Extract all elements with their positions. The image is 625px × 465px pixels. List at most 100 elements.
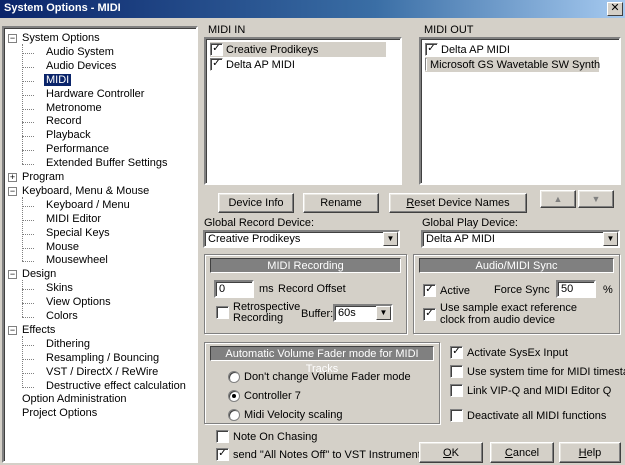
- tree-connector: [22, 150, 34, 152]
- tree-item-colors[interactable]: Colors: [44, 310, 80, 323]
- fader-mode-option[interactable]: Midi Velocity scaling: [228, 409, 342, 421]
- tree-connector: [22, 358, 34, 360]
- fader-mode-option[interactable]: Controller 7: [228, 390, 301, 402]
- record-offset-input[interactable]: 0: [214, 280, 254, 298]
- global-record-select[interactable]: Creative Prodikeys ▼: [203, 230, 400, 248]
- retrospective-checkbox[interactable]: [216, 306, 229, 319]
- midi-in-device-item[interactable]: ✓ Delta AP MIDI: [210, 57, 301, 72]
- sync-active-toggle[interactable]: ✓ Active: [423, 284, 470, 297]
- note-on-chasing-option[interactable]: Note On Chasing: [216, 430, 317, 443]
- tree-item-dithering[interactable]: Dithering: [44, 338, 92, 351]
- device-checkbox[interactable]: ✓: [210, 43, 223, 56]
- tree-item-design[interactable]: Design: [20, 268, 58, 281]
- collapse-icon[interactable]: −: [8, 325, 17, 335]
- tree-item-mouse[interactable]: Mouse: [44, 241, 81, 254]
- radio-button[interactable]: [228, 371, 240, 383]
- tree-connector: [22, 80, 34, 82]
- option-checkbox[interactable]: ✓: [216, 448, 229, 461]
- tree-item-playback[interactable]: Playback: [44, 129, 93, 142]
- tree-item-label: Project Options: [22, 407, 98, 420]
- midi-in-list[interactable]: ✓ Creative Prodikeys ✓ Delta AP MIDI: [204, 37, 402, 185]
- dropdown-arrow-icon[interactable]: ▼: [603, 232, 618, 246]
- option-link-vip-q-and-midi-editor-q[interactable]: Link VIP-Q and MIDI Editor Q: [450, 384, 611, 397]
- option-label: Note On Chasing: [233, 430, 318, 443]
- tree-item-resampling-bouncing[interactable]: Resampling / Bouncing: [44, 352, 161, 365]
- device-checkbox[interactable]: [425, 58, 427, 71]
- option-use-system-time-for-midi-timestamps[interactable]: Use system time for MIDI timestamps: [450, 365, 625, 378]
- rename-button[interactable]: Rename: [303, 193, 379, 213]
- fader-mode-option-label: Controller 7: [244, 390, 301, 402]
- tree-item-system-options[interactable]: System Options: [20, 32, 102, 45]
- radio-button[interactable]: [228, 409, 240, 421]
- fader-mode-title: Automatic Volume Fader mode for MIDI Tra…: [210, 346, 434, 375]
- option-checkbox[interactable]: ✓: [450, 346, 463, 359]
- retrospective-recording-toggle[interactable]: [216, 306, 229, 319]
- option-checkbox[interactable]: [216, 430, 229, 443]
- tree-item-special-keys[interactable]: Special Keys: [44, 227, 112, 240]
- global-play-select[interactable]: Delta AP MIDI ▼: [421, 230, 620, 248]
- device-checkbox[interactable]: ✓: [210, 58, 223, 71]
- tree-item-keyboard-menu[interactable]: Keyboard / Menu: [44, 199, 132, 212]
- tree-item-label: Metronome: [46, 101, 102, 114]
- buffer-select[interactable]: 60s ▼: [333, 304, 393, 322]
- midi-out-device-item[interactable]: ✓ Delta AP MIDI: [425, 42, 516, 57]
- tree-item-effects[interactable]: Effects: [20, 324, 57, 337]
- option-checkbox[interactable]: [450, 384, 463, 397]
- sync-active-checkbox[interactable]: ✓: [423, 284, 436, 297]
- move-down-button[interactable]: ▼: [578, 190, 614, 208]
- device-info-button[interactable]: Device Info: [218, 193, 294, 213]
- global-record-label: Global Record Device:: [204, 217, 315, 229]
- tree-item-skins[interactable]: Skins: [44, 282, 75, 295]
- tree-item-option-administration[interactable]: Option Administration: [20, 393, 129, 406]
- tree-item-keyboard-menu-mouse[interactable]: Keyboard, Menu & Mouse: [20, 185, 151, 198]
- cancel-button[interactable]: Cancel: [490, 442, 554, 463]
- radio-button[interactable]: [228, 390, 240, 402]
- move-up-button[interactable]: ▲: [540, 190, 576, 208]
- tree-item-metronome[interactable]: Metronome: [44, 102, 104, 115]
- device-checkbox[interactable]: ✓: [425, 43, 438, 56]
- collapse-icon[interactable]: −: [8, 186, 17, 196]
- close-button[interactable]: ✕: [607, 2, 623, 16]
- sample-exact-checkbox[interactable]: ✓: [423, 308, 436, 321]
- tree-item-program[interactable]: Program: [20, 171, 66, 184]
- tree-item-audio-system[interactable]: Audio System: [44, 46, 116, 59]
- ok-button[interactable]: OK: [419, 442, 483, 463]
- help-button[interactable]: Help: [559, 442, 621, 463]
- tree-item-midi[interactable]: MIDI: [44, 73, 72, 87]
- tree-item-vst-directx-rewire[interactable]: VST / DirectX / ReWire: [44, 366, 160, 379]
- tree-item-hardware-controller[interactable]: Hardware Controller: [44, 88, 146, 101]
- chevron-up-icon: ▲: [553, 194, 563, 204]
- option-checkbox[interactable]: [450, 409, 463, 422]
- tree-item-label: Destructive effect calculation: [46, 379, 186, 392]
- tree-item-midi-editor[interactable]: MIDI Editor: [44, 213, 103, 226]
- option-deactivate-all-midi-functions[interactable]: Deactivate all MIDI functions: [450, 409, 606, 422]
- tree-item-mousewheel[interactable]: Mousewheel: [44, 254, 110, 267]
- tree-item-label: MIDI Editor: [46, 212, 102, 225]
- dropdown-arrow-icon[interactable]: ▼: [376, 306, 391, 320]
- send-all-notes-off-option[interactable]: ✓ send "All Notes Off" to VST Instruments: [216, 448, 426, 461]
- tree-item-project-options[interactable]: Project Options: [20, 407, 99, 420]
- midi-in-device-item[interactable]: ✓ Creative Prodikeys: [210, 42, 386, 57]
- midi-out-list[interactable]: ✓ Delta AP MIDI Microsoft GS Wavetable SW …: [419, 37, 621, 185]
- tree-item-audio-devices[interactable]: Audio Devices: [44, 60, 118, 73]
- option-checkbox[interactable]: [450, 365, 463, 378]
- tree-item-destructive-effect-calculation[interactable]: Destructive effect calculation: [44, 380, 188, 393]
- tree-item-view-options[interactable]: View Options: [44, 296, 113, 309]
- tree-connector: [22, 289, 34, 291]
- options-tree[interactable]: System Options − Audio System Audio Devices…: [2, 26, 198, 463]
- tree-item-performance[interactable]: Performance: [44, 143, 111, 156]
- tree-item-label: Mousewheel: [46, 254, 108, 267]
- collapse-icon[interactable]: −: [8, 270, 17, 280]
- ok-label: K: [451, 446, 459, 459]
- expand-icon[interactable]: +: [8, 173, 17, 182]
- tree-item-extended-buffer-settings[interactable]: Extended Buffer Settings: [44, 157, 170, 170]
- sample-exact-toggle[interactable]: ✓: [423, 308, 436, 321]
- fader-mode-option[interactable]: Don't change Volume Fader mode: [228, 371, 411, 383]
- reset-device-names-button[interactable]: Reset Device Names: [389, 193, 527, 213]
- dropdown-arrow-icon[interactable]: ▼: [383, 232, 398, 246]
- option-activate-sysex-input[interactable]: ✓ Activate SysEx Input: [450, 346, 568, 359]
- force-sync-input[interactable]: 50: [556, 280, 596, 298]
- midi-out-device-item[interactable]: Microsoft GS Wavetable SW Synth: [425, 57, 600, 72]
- tree-item-record[interactable]: Record: [44, 115, 83, 128]
- collapse-icon[interactable]: −: [8, 34, 17, 43]
